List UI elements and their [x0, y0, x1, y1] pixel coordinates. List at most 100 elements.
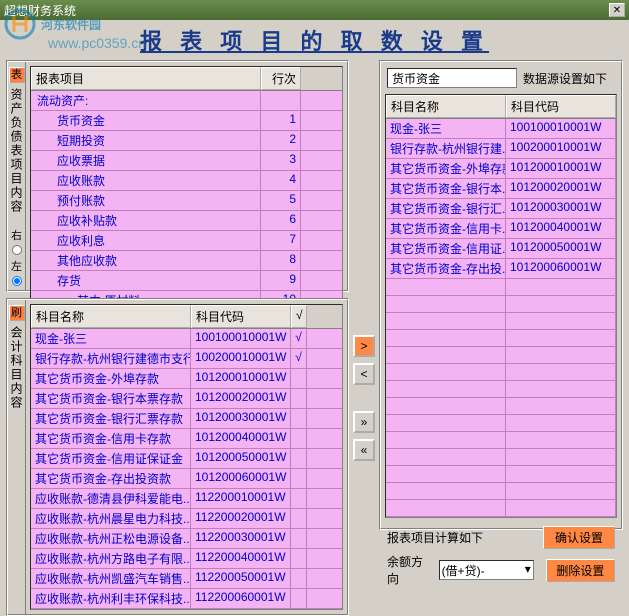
- table-row-empty: [386, 279, 616, 296]
- btn-confirm[interactable]: 确认设置: [543, 526, 615, 549]
- cell-check: [291, 509, 307, 528]
- table-row[interactable]: 应收补贴款6: [31, 211, 342, 231]
- cell-line: 4: [261, 171, 301, 190]
- table-row[interactable]: 现金-张三100100010001W√: [31, 329, 342, 349]
- table-row-empty: [386, 381, 616, 398]
- btn-move-all-right[interactable]: »: [353, 411, 375, 433]
- side-text-1: 资产负债表项目内容: [8, 88, 25, 214]
- table-row[interactable]: 应收账款-杭州方路电子有限...112200040001W: [31, 549, 342, 569]
- table-row[interactable]: 其它货币资金-存出投资款101200060001W: [31, 469, 342, 489]
- cell-check: [291, 449, 307, 468]
- cell-name: 其它货币资金-银行汇票存款: [31, 409, 191, 428]
- table-row[interactable]: 存货9: [31, 271, 342, 291]
- table-row[interactable]: 其它货币资金-银行汇票存款101200030001W: [31, 409, 342, 429]
- cell-code: 100100010001W: [191, 329, 291, 348]
- table-row[interactable]: 应收账款-杭州晨星电力科技...112200020001W: [31, 509, 342, 529]
- cell-project: 货币资金: [31, 111, 261, 130]
- data-source-label: 数据源设置如下: [523, 70, 607, 87]
- cell-name: 其它货币资金-信用卡存款: [31, 429, 191, 448]
- balance-select[interactable]: (借+贷)- ▾: [439, 560, 534, 580]
- cell-code: 100200010001W: [506, 139, 616, 158]
- table-row[interactable]: 应收账款4: [31, 171, 342, 191]
- cell-code: 112200050001W: [191, 569, 291, 588]
- chevron-down-icon: ▾: [525, 562, 531, 576]
- table-row[interactable]: 其它货币资金-外埠存款101200010001W: [386, 159, 616, 179]
- cell-code: 100100010001W: [506, 119, 616, 138]
- btn-move-all-left[interactable]: «: [353, 439, 375, 461]
- grid3-body[interactable]: 现金-张三100100010001W银行存款-杭州银行建...100200010…: [386, 119, 616, 517]
- radio-left[interactable]: [12, 276, 22, 286]
- cell-line: 6: [261, 211, 301, 230]
- table-row-empty: [386, 466, 616, 483]
- table-row[interactable]: 短期投资2: [31, 131, 342, 151]
- table-row[interactable]: 银行存款-杭州银行建德市支行100200010001W√: [31, 349, 342, 369]
- table-row[interactable]: 应收票据3: [31, 151, 342, 171]
- table-row[interactable]: 应收账款-杭州正松电源设备...112200030001W: [31, 529, 342, 549]
- table-row-empty: [386, 364, 616, 381]
- cell-name: 其它货币资金-外埠存款: [386, 159, 506, 178]
- table-row[interactable]: 其它货币资金-银行本...101200020001W: [386, 179, 616, 199]
- cell-check: [291, 369, 307, 388]
- table-row[interactable]: 其它货币资金-银行本票存款101200020001W: [31, 389, 342, 409]
- side-btn-table[interactable]: 表: [9, 67, 25, 83]
- table-row[interactable]: 其它货币资金-存出投...101200060001W: [386, 259, 616, 279]
- table-row[interactable]: 应收账款-德清县伊科爱能电...112200010001W: [31, 489, 342, 509]
- btn-delete[interactable]: 删除设置: [546, 559, 615, 582]
- balance-value: (借+贷)-: [442, 564, 485, 578]
- cell-code: 101200020001W: [506, 179, 616, 198]
- cell-name: 其它货币资金-信用证保证金: [31, 449, 191, 468]
- table-row[interactable]: 应收账款-杭州利丰环保科技...112200060001W: [31, 589, 342, 609]
- table-row[interactable]: 应收利息7: [31, 231, 342, 251]
- cell-project: 其他应收款: [31, 251, 261, 270]
- btn-move-right[interactable]: >: [353, 335, 375, 357]
- window-title: 超想财务系统: [4, 2, 609, 19]
- btn-move-left[interactable]: <: [353, 363, 375, 385]
- table-row-empty: [386, 398, 616, 415]
- radio-right[interactable]: [12, 245, 22, 255]
- cell-name: 应收账款-杭州利丰环保科技...: [31, 589, 191, 608]
- table-row-empty: [386, 432, 616, 449]
- data-source-field[interactable]: [387, 68, 517, 88]
- table-row[interactable]: 其它货币资金-外埠存款101200010001W: [31, 369, 342, 389]
- cell-code: 101200040001W: [191, 429, 291, 448]
- table-row-empty: [386, 347, 616, 364]
- cell-code: 101200030001W: [191, 409, 291, 428]
- col-check: √: [291, 305, 307, 328]
- table-row[interactable]: 流动资产:: [31, 91, 342, 111]
- grid2-body[interactable]: 现金-张三100100010001W√银行存款-杭州银行建德市支行1002000…: [31, 329, 342, 609]
- radio-right-label: 右: [11, 227, 22, 243]
- cell-check: [291, 569, 307, 588]
- table-row[interactable]: 其它货币资金-信用证保证金101200050001W: [31, 449, 342, 469]
- table-row[interactable]: 应收账款-杭州凯盛汽车销售...112200050001W: [31, 569, 342, 589]
- cell-line: 1: [261, 111, 301, 130]
- grid3-header: 科目名称 科目代码: [386, 95, 616, 119]
- cell-name: 其它货币资金-银行本票存款: [31, 389, 191, 408]
- table-row[interactable]: 其它货币资金-信用卡...101200040001W: [386, 219, 616, 239]
- table-row[interactable]: 其它货币资金-银行汇...101200030001W: [386, 199, 616, 219]
- cell-code: 112200060001W: [191, 589, 291, 608]
- cell-code: 101200020001W: [191, 389, 291, 408]
- side-label-1: 表 资产负债表项目内容 右 左: [8, 62, 26, 290]
- cell-code: 101200010001W: [191, 369, 291, 388]
- table-row[interactable]: 其它货币资金-信用证...101200050001W: [386, 239, 616, 259]
- table-row[interactable]: 货币资金1: [31, 111, 342, 131]
- table-row[interactable]: 银行存款-杭州银行建...100200010001W: [386, 139, 616, 159]
- cell-check: [291, 489, 307, 508]
- table-row[interactable]: 其它货币资金-信用卡存款101200040001W: [31, 429, 342, 449]
- cell-code: 101200050001W: [191, 449, 291, 468]
- table-row[interactable]: 现金-张三100100010001W: [386, 119, 616, 139]
- table-row[interactable]: 预付账款5: [31, 191, 342, 211]
- cell-name: 银行存款-杭州银行建...: [386, 139, 506, 158]
- cell-project: 预付账款: [31, 191, 261, 210]
- table-row[interactable]: 其他应收款8: [31, 251, 342, 271]
- cell-project: 应收账款: [31, 171, 261, 190]
- side-btn-refresh[interactable]: 刷: [9, 305, 25, 321]
- cell-check: [291, 429, 307, 448]
- cell-name: 应收账款-杭州晨星电力科技...: [31, 509, 191, 528]
- cell-check: √: [291, 349, 307, 368]
- table-row-empty: [386, 483, 616, 500]
- table-row-empty: [386, 296, 616, 313]
- close-icon[interactable]: ✕: [609, 3, 625, 17]
- cell-code: 101200030001W: [506, 199, 616, 218]
- cell-code: 101200040001W: [506, 219, 616, 238]
